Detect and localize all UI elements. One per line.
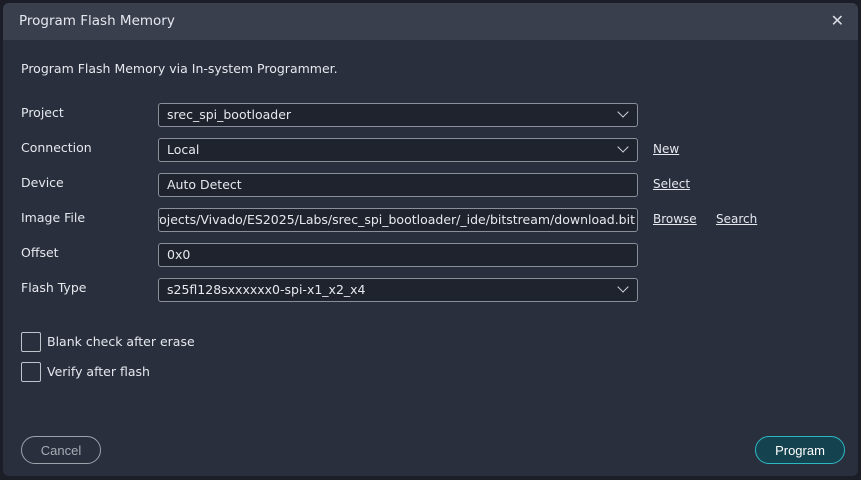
chevron-down-icon xyxy=(617,106,629,118)
image-file-row: Image File ogue/Projects/Vivado/ES2025/L… xyxy=(3,208,858,232)
cancel-button[interactable]: Cancel xyxy=(21,436,101,464)
offset-row: Offset 0x0 xyxy=(3,243,858,267)
new-connection-link[interactable]: New xyxy=(653,142,679,156)
chevron-down-icon xyxy=(617,281,629,293)
image-file-value: ogue/Projects/Vivado/ES2025/Labs/srec_sp… xyxy=(158,212,635,227)
image-file-input[interactable]: ogue/Projects/Vivado/ES2025/Labs/srec_sp… xyxy=(158,208,638,232)
dialog-header: Program Flash Memory ✕ xyxy=(3,3,858,40)
blank-check-label: Blank check after erase xyxy=(47,334,195,349)
project-row: Project srec_spi_bootloader xyxy=(3,103,858,127)
verify-label: Verify after flash xyxy=(47,364,150,379)
device-input[interactable]: Auto Detect xyxy=(158,173,638,197)
program-button[interactable]: Program xyxy=(755,436,845,464)
device-value: Auto Detect xyxy=(167,177,242,192)
connection-row: Connection Local New xyxy=(3,138,858,162)
close-icon[interactable]: ✕ xyxy=(831,11,844,30)
connection-label: Connection xyxy=(21,140,92,155)
offset-label: Offset xyxy=(21,245,59,260)
image-file-label: Image File xyxy=(21,210,86,225)
flash-type-value: s25fl128sxxxxxx0-spi-x1_x2_x4 xyxy=(167,282,366,297)
device-row: Device Auto Detect Select xyxy=(3,173,858,197)
verify-checkbox[interactable] xyxy=(21,362,41,382)
project-value: srec_spi_bootloader xyxy=(167,107,292,122)
project-select[interactable]: srec_spi_bootloader xyxy=(158,103,638,127)
search-link[interactable]: Search xyxy=(716,212,757,226)
flash-type-row: Flash Type s25fl128sxxxxxx0-spi-x1_x2_x4 xyxy=(3,278,858,302)
select-device-link[interactable]: Select xyxy=(653,177,690,191)
dialog-description: Program Flash Memory via In-system Progr… xyxy=(21,61,338,76)
chevron-down-icon xyxy=(617,141,629,153)
flash-type-label: Flash Type xyxy=(21,280,87,295)
device-label: Device xyxy=(21,175,64,190)
project-label: Project xyxy=(21,105,64,120)
dialog-title: Program Flash Memory xyxy=(19,13,175,29)
connection-value: Local xyxy=(167,142,200,157)
offset-input[interactable]: 0x0 xyxy=(158,243,638,267)
offset-value: 0x0 xyxy=(167,247,191,262)
blank-check-checkbox[interactable] xyxy=(21,332,41,352)
connection-select[interactable]: Local xyxy=(158,138,638,162)
flash-type-select[interactable]: s25fl128sxxxxxx0-spi-x1_x2_x4 xyxy=(158,278,638,302)
program-flash-dialog: Program Flash Memory ✕ Program Flash Mem… xyxy=(3,3,858,476)
browse-link[interactable]: Browse xyxy=(653,212,697,226)
